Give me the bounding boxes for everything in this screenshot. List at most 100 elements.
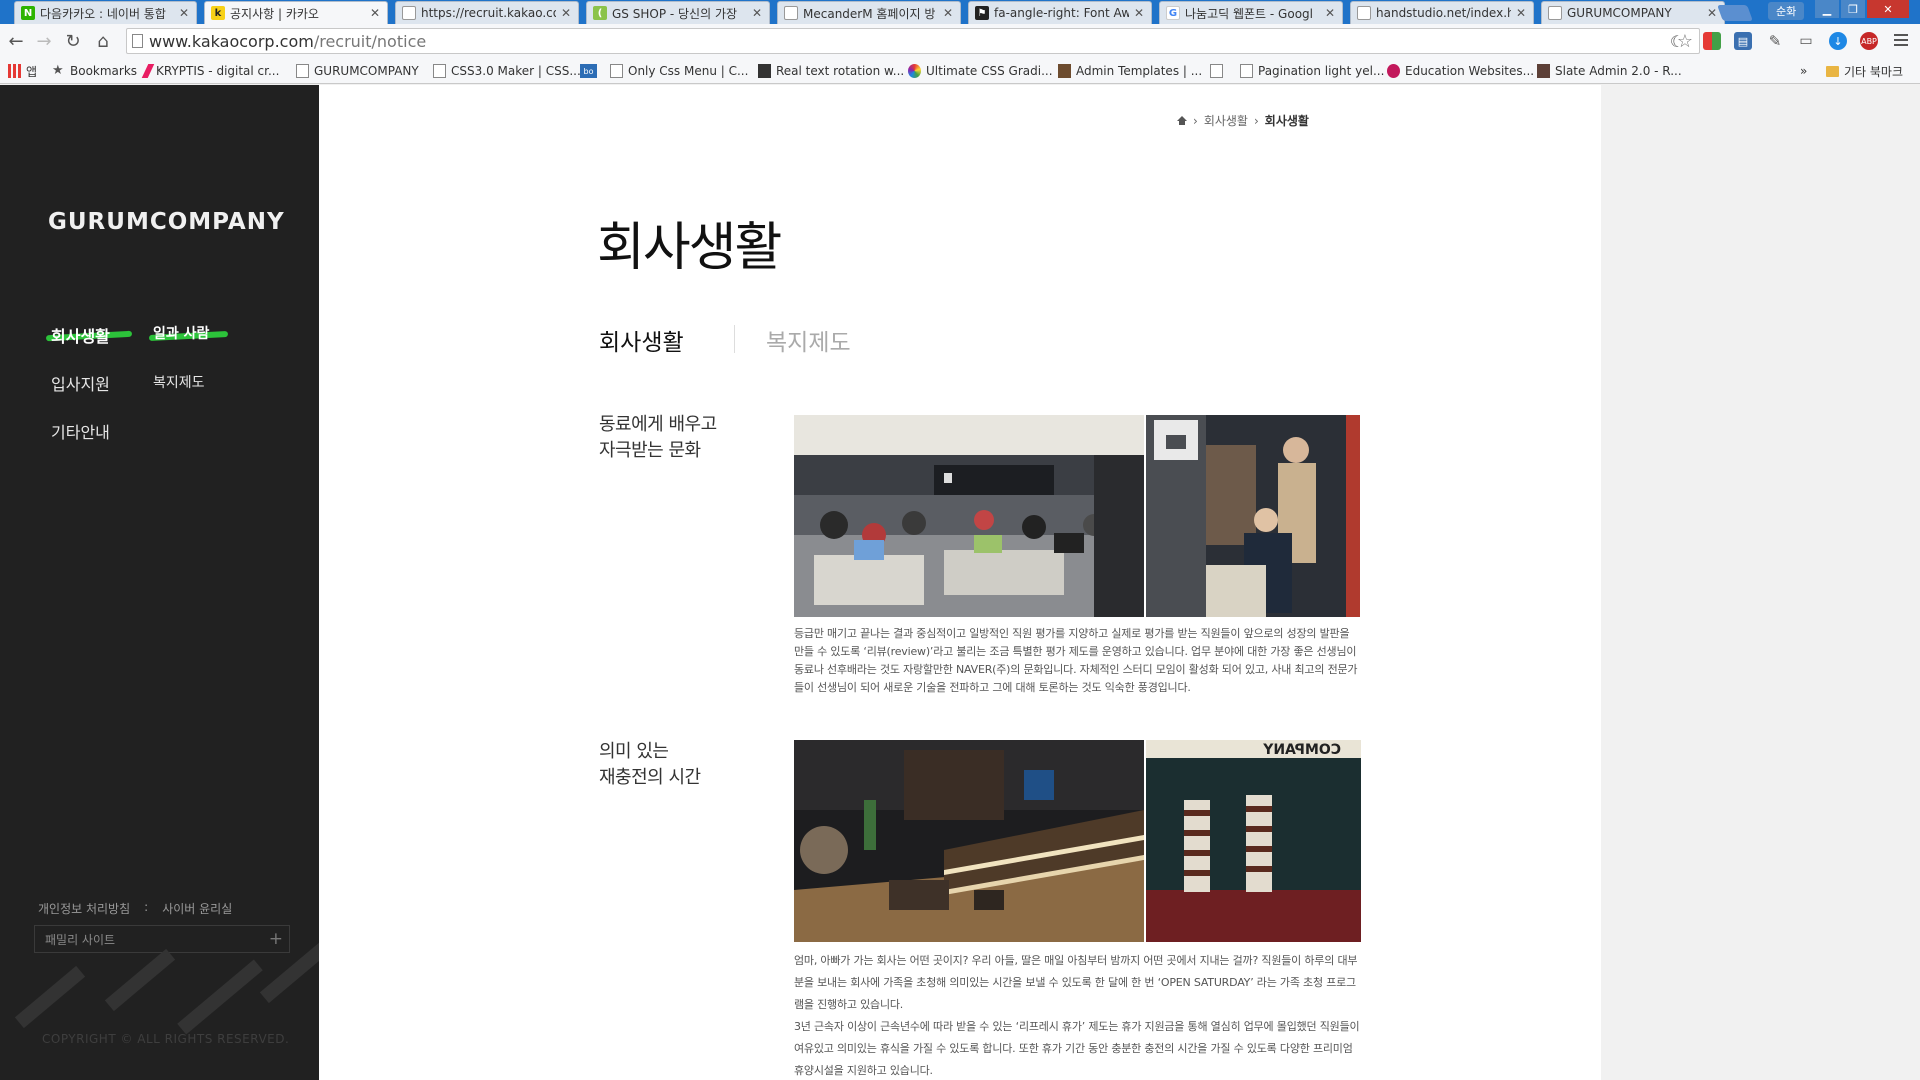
lounge-photo — [794, 740, 1144, 942]
family-site-label: 패밀리 사이트 — [45, 932, 116, 947]
bookmark-label: Pagination light yel... — [1258, 64, 1385, 78]
tab-close-icon[interactable]: ✕ — [178, 6, 190, 20]
tab-close-icon[interactable]: ✕ — [1706, 6, 1718, 20]
tab-welfare[interactable]: 복지제도 — [766, 323, 851, 357]
sidebar-item-company-life[interactable]: 회사생활 — [51, 323, 110, 347]
browser-tab-title: https://recruit.kakao.com — [421, 6, 556, 20]
chrome-menu-icon[interactable] — [1894, 34, 1908, 49]
section-heading-line: 자극받는 문화 — [599, 440, 701, 461]
tab-close-icon[interactable]: ✕ — [560, 6, 572, 20]
kakao-favicon-icon: k — [211, 6, 225, 20]
home-icon[interactable] — [1177, 116, 1187, 125]
main-content: › 회사생활 › 회사생활 회사생활 회사생활 복지제도 동료에게 배우고 자극… — [319, 85, 1601, 1080]
employees-photo — [1146, 415, 1360, 617]
download-extension-icon[interactable]: ▤ — [1734, 32, 1752, 50]
tab-close-icon[interactable]: ✕ — [1515, 6, 1527, 20]
forward-icon[interactable]: → — [34, 31, 54, 52]
download-arrow-icon[interactable]: ↓ — [1829, 32, 1847, 50]
bookmark-label: 기타 북마크 — [1844, 64, 1904, 79]
browser-tab[interactable]: https://recruit.kakao.com ✕ — [395, 1, 579, 24]
privacy-policy-link[interactable]: 개인정보 처리방침 — [38, 900, 130, 917]
page-favicon-icon — [1357, 6, 1371, 20]
reload-icon[interactable]: ↻ — [63, 31, 83, 52]
browser-tab[interactable]: ⚑ fa-angle-right: Font Awe ✕ — [968, 1, 1152, 24]
browser-tab[interactable]: G 나눔고딕 웹폰트 - Googl ✕ — [1159, 1, 1343, 24]
address-bar[interactable]: www.kakaocorp.com/recruit/notice ☆ — [126, 28, 1700, 54]
browser-tab-active[interactable]: k 공지사항 | 카카오 ✕ — [204, 1, 388, 24]
page-icon — [132, 34, 143, 48]
section-body-text: 등급만 매기고 끝나는 결과 중심적이고 일방적인 직원 평가를 지양하고 실제… — [794, 627, 1358, 694]
section-heading: 의미 있는 재충전의 시간 — [599, 739, 701, 791]
tab-close-icon[interactable]: ✕ — [369, 6, 381, 20]
bookmark-item[interactable]: Real text rotation w... — [758, 63, 904, 79]
bookmarks-bar: 앱 ★ Bookmarks KRYPTIS - digital cr... GU… — [0, 58, 1920, 84]
bookmark-item[interactable] — [1210, 63, 1228, 79]
section-heading-line: 의미 있는 — [599, 741, 669, 762]
bookmark-item[interactable]: ★ Bookmarks — [52, 63, 137, 79]
bookmark-item[interactable]: KRYPTIS - digital cr... — [141, 63, 280, 79]
browser-tab[interactable]: MecanderM 홈페이지 방 ✕ — [777, 1, 961, 24]
image-icon — [1058, 64, 1071, 78]
bookmark-item[interactable]: Pagination light yel... — [1240, 63, 1384, 79]
maximize-icon[interactable]: ❐ — [1841, 0, 1865, 18]
eyedropper-extension-icon[interactable]: ✎ — [1766, 32, 1784, 50]
browser-tab[interactable]: handstudio.net/index.htm ✕ — [1350, 1, 1534, 24]
page-title: 회사생활 — [597, 218, 782, 278]
bookmark-item[interactable]: Admin Templates | ... — [1058, 63, 1202, 79]
star-icon: ★ — [52, 63, 64, 78]
bookmark-item[interactable]: bo — [580, 63, 602, 79]
tab-company-life[interactable]: 회사생활 — [599, 323, 684, 357]
page-icon — [610, 64, 623, 78]
kryptis-icon — [141, 64, 155, 78]
browser-tab-title: 나눔고딕 웹폰트 - Googl — [1185, 6, 1313, 21]
cyber-ethics-link[interactable]: 사이버 윤리실 — [162, 900, 232, 917]
browser-tab[interactable]: GURUMCOMPANY ✕ — [1541, 1, 1725, 24]
plus-icon[interactable]: + — [269, 929, 283, 949]
bookmark-apps[interactable]: 앱 — [8, 63, 37, 79]
bookmark-label: KRYPTIS - digital cr... — [156, 64, 280, 78]
breadcrumb-item[interactable]: 회사생활 — [1204, 112, 1248, 129]
window-close-icon[interactable]: ✕ — [1867, 0, 1909, 18]
section-heading: 동료에게 배우고 자극받는 문화 — [599, 412, 717, 464]
browser-tab-title: GS SHOP - 당신의 가장 — [612, 6, 738, 21]
cast-extension-icon[interactable]: ▭ — [1797, 32, 1815, 50]
breadcrumb: › 회사생활 › 회사생활 — [1177, 112, 1309, 129]
bookmark-item[interactable]: Slate Admin 2.0 - R... — [1537, 63, 1682, 79]
bookmark-item[interactable]: Ultimate CSS Gradi... — [908, 63, 1053, 79]
tab-close-icon[interactable]: ✕ — [1324, 6, 1336, 20]
sidebar-item-work-people[interactable]: 일과 사람 — [153, 323, 209, 343]
minimize-icon[interactable]: ▁ — [1815, 0, 1839, 18]
bookmarks-overflow-chevron-icon[interactable]: » — [1800, 63, 1807, 79]
tab-close-icon[interactable]: ✕ — [1133, 6, 1145, 20]
bookmark-item[interactable]: GURUMCOMPANY — [296, 63, 419, 79]
browser-tab[interactable]: N 다음카카오 : 네이버 통합 ✕ — [14, 1, 197, 24]
sidebar-item-welfare[interactable]: 복지제도 — [153, 372, 205, 392]
browser-tab[interactable]: ( GS SHOP - 당신의 가장 ✕ — [586, 1, 770, 24]
browser-tab-title: handstudio.net/index.htm — [1376, 6, 1511, 20]
decorative-stripe — [177, 959, 263, 1035]
site-logo[interactable]: GURUMCOMPANY — [48, 209, 285, 235]
moon-extension-icon[interactable]: ☾ — [1668, 32, 1686, 51]
bookmark-item[interactable]: Only Css Menu | C... — [610, 63, 748, 79]
other-bookmarks-folder[interactable]: 기타 북마크 — [1826, 63, 1903, 79]
browser-tab-title: GURUMCOMPANY — [1567, 6, 1672, 20]
url-host: www.kakaocorp.com — [149, 31, 314, 51]
new-tab-button[interactable] — [1717, 5, 1753, 21]
bookmark-label: Slate Admin 2.0 - R... — [1555, 64, 1682, 78]
tab-close-icon[interactable]: ✕ — [751, 6, 763, 20]
tab-close-icon[interactable]: ✕ — [942, 6, 954, 20]
bookmark-item[interactable]: Education Websites... — [1387, 63, 1534, 79]
bookmark-item[interactable]: CSS3.0 Maker | CSS... — [433, 63, 581, 79]
sidebar-item-apply[interactable]: 입사지원 — [51, 371, 110, 395]
family-site-select[interactable]: 패밀리 사이트 + — [34, 925, 290, 953]
home-icon[interactable]: ⌂ — [93, 31, 113, 52]
svg-text:COMPANY: COMPANY — [1262, 742, 1341, 758]
bookmark-label: Ultimate CSS Gradi... — [926, 64, 1053, 78]
sidebar-item-etc[interactable]: 기타안내 — [51, 419, 110, 443]
image-icon — [758, 64, 771, 78]
colorzilla-extension-icon[interactable] — [1703, 32, 1721, 50]
back-icon[interactable]: ← — [6, 31, 26, 52]
adblock-icon[interactable]: ABP — [1860, 32, 1878, 50]
browser-tab-title: 다음카카오 : 네이버 통합 — [40, 6, 166, 21]
user-profile-button[interactable]: 순화 — [1768, 2, 1805, 20]
